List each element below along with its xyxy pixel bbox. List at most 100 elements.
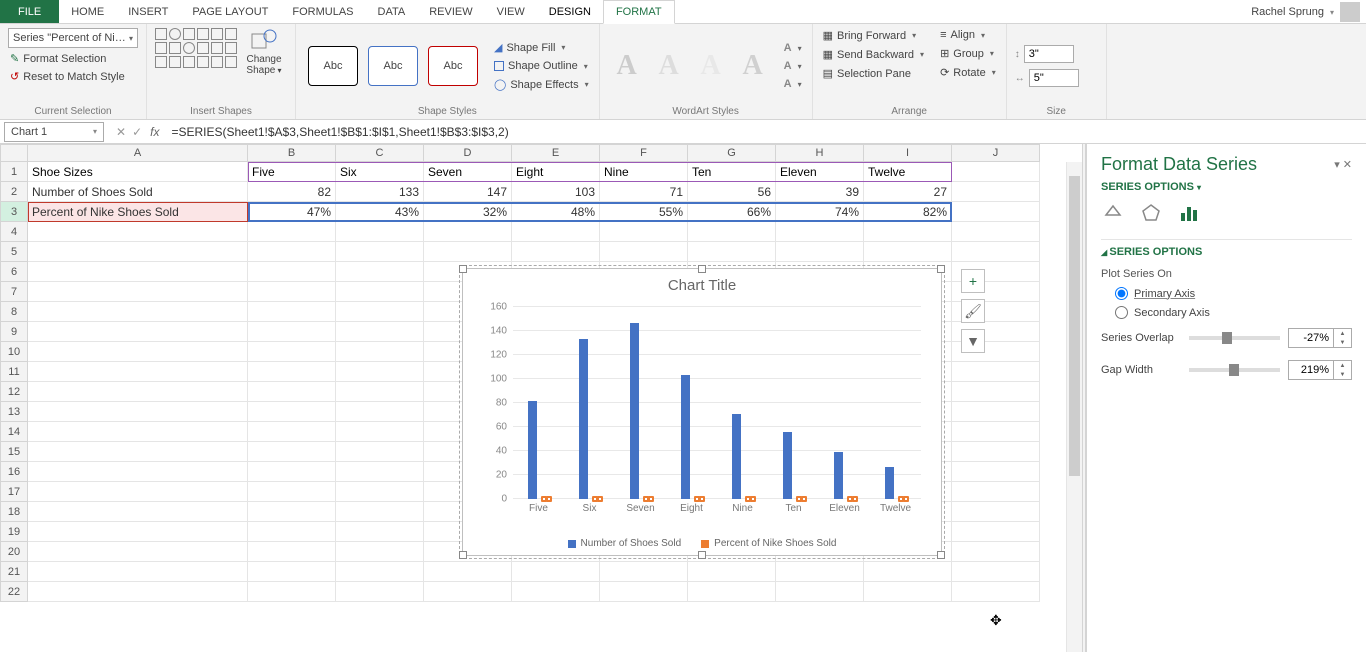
cell[interactable]	[952, 182, 1040, 202]
bar-series-1[interactable]	[783, 432, 792, 499]
cell[interactable]	[512, 582, 600, 602]
cell[interactable]: 39	[776, 182, 864, 202]
cell[interactable]	[336, 342, 424, 362]
cell[interactable]	[248, 502, 336, 522]
name-box[interactable]: Chart 1 ▾	[4, 122, 104, 142]
shapes-gallery[interactable]	[155, 28, 237, 104]
chart-handle[interactable]	[698, 551, 706, 559]
cell[interactable]	[512, 222, 600, 242]
cell[interactable]	[248, 362, 336, 382]
cell[interactable]	[28, 262, 248, 282]
cell[interactable]	[776, 222, 864, 242]
cell[interactable]	[28, 342, 248, 362]
cell[interactable]: Shoe Sizes	[28, 162, 248, 182]
tab-design[interactable]: DESIGN	[537, 0, 603, 23]
cell[interactable]	[952, 522, 1040, 542]
cell[interactable]	[248, 282, 336, 302]
cell[interactable]	[864, 222, 952, 242]
cell[interactable]	[336, 262, 424, 282]
chart-filters-button[interactable]: ▼	[961, 329, 985, 353]
shape-outline-button[interactable]: Shape Outline	[492, 59, 591, 73]
cell[interactable]: 66%	[688, 202, 776, 222]
chart-elements-button[interactable]: +	[961, 269, 985, 293]
fx-icon[interactable]: fx	[150, 125, 167, 139]
cell[interactable]	[28, 502, 248, 522]
cell[interactable]: 43%	[336, 202, 424, 222]
tp-effects-icon[interactable]	[1139, 201, 1163, 225]
cell[interactable]	[28, 282, 248, 302]
cell[interactable]	[688, 242, 776, 262]
cell[interactable]: 56	[688, 182, 776, 202]
cell[interactable]: Eight	[512, 162, 600, 182]
cell[interactable]	[600, 222, 688, 242]
rotate-button[interactable]: ⟳ Rotate	[938, 65, 998, 80]
cell[interactable]	[28, 222, 248, 242]
secondary-axis-radio[interactable]: Secondary Axis	[1101, 303, 1352, 322]
cell[interactable]	[248, 542, 336, 562]
row-header[interactable]: 14	[0, 422, 28, 442]
row-header[interactable]: 20	[0, 542, 28, 562]
cell[interactable]	[336, 402, 424, 422]
tab-format[interactable]: FORMAT	[603, 0, 675, 24]
cell[interactable]	[952, 482, 1040, 502]
chart-handle[interactable]	[698, 265, 706, 273]
gap-width-spinner[interactable]: ▲▼	[1288, 360, 1352, 380]
cell[interactable]: Eleven	[776, 162, 864, 182]
legend-series-1[interactable]: Number of Shoes Sold	[568, 538, 682, 549]
cell[interactable]	[952, 202, 1040, 222]
cell[interactable]	[336, 562, 424, 582]
wordart-preset-1[interactable]: A	[608, 48, 646, 84]
select-all-corner[interactable]	[0, 144, 28, 162]
bar-series-1[interactable]	[528, 401, 537, 499]
chart-handle[interactable]	[459, 551, 467, 559]
cell[interactable]	[336, 242, 424, 262]
cell[interactable]	[512, 562, 600, 582]
cell[interactable]: 55%	[600, 202, 688, 222]
accept-formula-button[interactable]: ✓	[132, 125, 142, 139]
shape-style-preset-1[interactable]: Abc	[308, 46, 358, 86]
tab-home[interactable]: HOME	[59, 0, 116, 23]
cell[interactable]: 82	[248, 182, 336, 202]
cell[interactable]: 32%	[424, 202, 512, 222]
cell[interactable]	[28, 242, 248, 262]
row-header[interactable]: 11	[0, 362, 28, 382]
cell[interactable]	[248, 342, 336, 362]
align-button[interactable]: ≡ Align	[938, 28, 998, 42]
cell[interactable]	[952, 362, 1040, 382]
cell[interactable]	[864, 562, 952, 582]
bar-series-1[interactable]	[834, 452, 843, 499]
tab-review[interactable]: REVIEW	[417, 0, 484, 23]
cell[interactable]	[248, 302, 336, 322]
tab-view[interactable]: VIEW	[485, 0, 537, 23]
cell[interactable]	[336, 442, 424, 462]
cell[interactable]	[248, 262, 336, 282]
wordart-preset-3[interactable]: A	[692, 48, 730, 84]
task-pane-close-button[interactable]: ✕	[1343, 159, 1352, 171]
cell[interactable]: Six	[336, 162, 424, 182]
cell[interactable]: Number of Shoes Sold	[28, 182, 248, 202]
row-header[interactable]: 1	[0, 162, 28, 182]
col-header-C[interactable]: C	[336, 144, 424, 162]
row-header[interactable]: 21	[0, 562, 28, 582]
col-header-E[interactable]: E	[512, 144, 600, 162]
cell[interactable]: 27	[864, 182, 952, 202]
cell[interactable]	[776, 582, 864, 602]
tab-formulas[interactable]: FORMULAS	[280, 0, 365, 23]
text-effects-button[interactable]: A	[782, 77, 804, 91]
chart-element-selector[interactable]: Series "Percent of Nike S ▾	[8, 28, 138, 48]
spin-up[interactable]: ▲	[1334, 361, 1351, 370]
cell[interactable]	[28, 322, 248, 342]
cell[interactable]	[688, 582, 776, 602]
send-backward-button[interactable]: ▦ Send Backward	[821, 47, 926, 62]
col-header-A[interactable]: A	[28, 144, 248, 162]
bar-series-1[interactable]	[885, 467, 894, 499]
cell[interactable]	[248, 582, 336, 602]
cell[interactable]: Percent of Nike Shoes Sold	[28, 202, 248, 222]
reset-to-match-style-button[interactable]: ↺ Reset to Match Style	[8, 69, 138, 84]
row-header[interactable]: 17	[0, 482, 28, 502]
cell[interactable]	[600, 582, 688, 602]
series-overlap-slider[interactable]	[1189, 336, 1280, 340]
cell[interactable]	[248, 242, 336, 262]
cell[interactable]: 48%	[512, 202, 600, 222]
cell[interactable]	[28, 462, 248, 482]
